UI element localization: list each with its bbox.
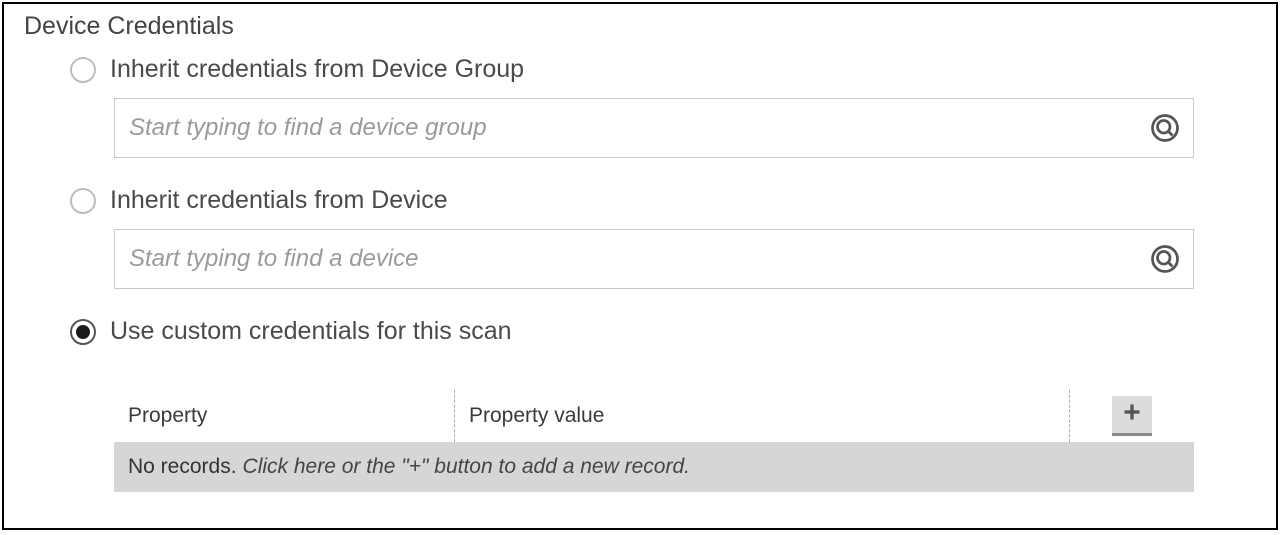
credentials-table: Property Property value No records. Clic… <box>114 390 1194 492</box>
device-group-search-input[interactable] <box>114 98 1194 158</box>
device-search-input[interactable] <box>114 229 1194 289</box>
option-inherit-group[interactable]: Inherit credentials from Device Group <box>70 55 1254 84</box>
section-title: Device Credentials <box>24 12 1254 41</box>
column-header-property: Property <box>114 404 454 428</box>
plus-icon <box>1122 402 1142 427</box>
table-header: Property Property value <box>114 390 1194 442</box>
no-records-row[interactable]: No records. Click here or the "+" button… <box>114 442 1194 492</box>
no-records-hint: Click here or the "+" button to add a ne… <box>243 455 690 479</box>
no-records-prefix: No records. <box>128 455 237 479</box>
option-inherit-group-label: Inherit credentials from Device Group <box>110 55 524 84</box>
option-inherit-device[interactable]: Inherit credentials from Device <box>70 186 1254 215</box>
add-record-button[interactable] <box>1112 396 1152 436</box>
column-header-property-value: Property value <box>455 404 1069 428</box>
search-icon[interactable] <box>1150 113 1180 143</box>
search-icon[interactable] <box>1150 244 1180 274</box>
option-custom-credentials-label: Use custom credentials for this scan <box>110 317 512 346</box>
radio-custom-credentials[interactable] <box>70 319 96 345</box>
device-credentials-panel: Device Credentials Inherit credentials f… <box>2 2 1278 530</box>
device-group-search-wrap <box>114 98 1194 158</box>
device-search-wrap <box>114 229 1194 289</box>
option-custom-credentials[interactable]: Use custom credentials for this scan <box>70 317 1254 346</box>
radio-inherit-group[interactable] <box>70 57 96 83</box>
radio-inherit-device[interactable] <box>70 188 96 214</box>
column-add <box>1070 396 1194 436</box>
option-inherit-device-label: Inherit credentials from Device <box>110 186 448 215</box>
